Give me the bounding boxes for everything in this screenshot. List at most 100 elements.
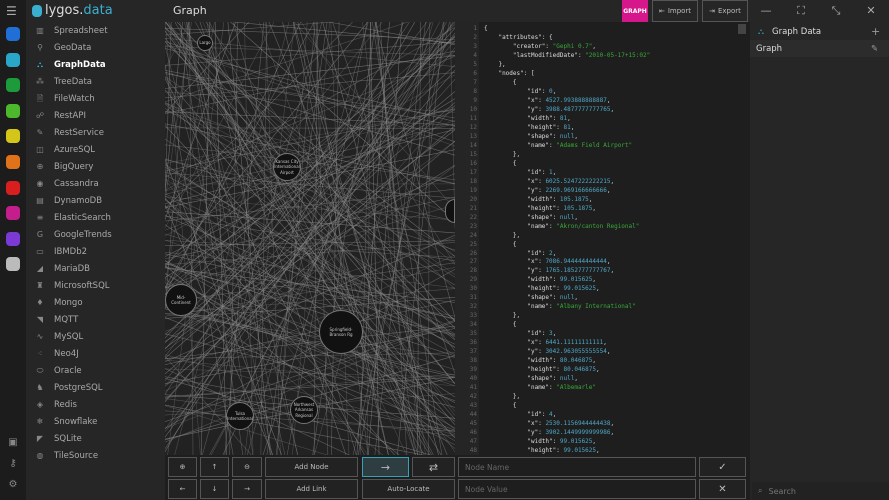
code-text: "name": "Adams Field Airport": [527, 141, 633, 149]
graph-node[interactable]: Largo: [197, 35, 213, 51]
sidebar-item-elasticsearch[interactable]: ≡ ElasticSearch: [26, 209, 165, 226]
sidebar-item-restapi[interactable]: ☍ RestAPI: [26, 107, 165, 124]
sidebar-item-mqtt[interactable]: ◥ MQTT: [26, 311, 165, 328]
close-button[interactable]: ✕: [863, 4, 879, 18]
sidebar-item-mysql[interactable]: ∿ MySQL: [26, 328, 165, 345]
sidebar-item-restservice[interactable]: ✎ RestService: [26, 124, 165, 141]
code-line: 47 "width": 99.015625,: [455, 437, 745, 446]
pan-left-button[interactable]: ←: [168, 479, 197, 499]
sidebar-item-dynamodb[interactable]: ▤ DynamoDB: [26, 192, 165, 209]
code-text: "id": 0,: [527, 87, 557, 95]
code-text: "id": 1,: [527, 168, 557, 176]
fullscreen-button[interactable]: ⛶: [793, 4, 809, 18]
funnel-app-icon[interactable]: [6, 180, 20, 195]
sidebar-item-googletrends[interactable]: G GoogleTrends: [26, 226, 165, 243]
export-button[interactable]: ⇥ Export: [702, 0, 748, 22]
sidebar-item-redis[interactable]: ◈ Redis: [26, 396, 165, 413]
graph-node[interactable]: Springfield-Branson Rg: [319, 310, 363, 354]
sidebar-item-mariadb[interactable]: ◢ MariaDB: [26, 260, 165, 277]
terminal-icon[interactable]: ▣: [7, 437, 19, 449]
node-name-input[interactable]: [458, 457, 696, 477]
right-panel: [750, 22, 889, 500]
pan-down-button[interactable]: ↓: [200, 479, 229, 499]
graph-list-item[interactable]: Graph ✎: [750, 40, 889, 57]
minimize-button[interactable]: —: [758, 4, 774, 18]
network-app-icon[interactable]: [6, 231, 20, 246]
cancel-button[interactable]: ✕: [699, 479, 746, 499]
sidebar-item-azuresql[interactable]: ◫ AzureSQL: [26, 141, 165, 158]
sidebar-item-spreadsheet[interactable]: ▥ Spreadsheet: [26, 22, 165, 39]
search-box[interactable]: ⌕: [752, 482, 889, 500]
js-app-icon[interactable]: [6, 78, 20, 93]
sidebar-item-bigquery[interactable]: ⊕ BigQuery: [26, 158, 165, 175]
chart-app-icon[interactable]: [6, 129, 20, 144]
database-app-icon[interactable]: [6, 52, 20, 67]
graph-node-partial[interactable]: [445, 199, 455, 223]
spreadsheet-app-icon[interactable]: [6, 27, 20, 41]
graph-canvas[interactable]: Largo Kansas City International Airport …: [165, 22, 455, 455]
sidebar-item-treedata[interactable]: ⁂ TreeData: [26, 73, 165, 90]
sidebar-item-geodata[interactable]: ⚲ GeoData: [26, 39, 165, 56]
json-editor[interactable]: 1{2 "attributes": {3 "creator": "Gephi 0…: [455, 22, 750, 455]
sidebar-item-microsoftsql[interactable]: ♜ MicrosoftSQL: [26, 277, 165, 294]
sidebar-item-ibmdb2[interactable]: ▭ IBMDb2: [26, 243, 165, 260]
code-line: 7 {: [455, 78, 745, 87]
sidebar-item-postgresql[interactable]: ♞ PostgreSQL: [26, 379, 165, 396]
cube-app-icon[interactable]: [6, 155, 20, 169]
sidebar-item-label: RestAPI: [54, 110, 86, 121]
graph-node[interactable]: Northwest Arkansas Regional: [290, 396, 318, 424]
line-number: 41: [469, 384, 477, 392]
line-number: 5: [473, 60, 477, 68]
code-text: },: [484, 60, 506, 68]
plugin-app-icon[interactable]: [6, 257, 20, 272]
gear-icon[interactable]: ⚙: [7, 479, 19, 491]
add-link-button[interactable]: Add Link: [265, 479, 358, 499]
code-text: {: [484, 321, 517, 329]
sidebar-item-snowflake[interactable]: ❄ Snowflake: [26, 413, 165, 430]
snowflake-icon: ❄: [36, 416, 44, 426]
code-text: "width": 99.015625,: [527, 276, 597, 284]
confirm-button[interactable]: ✓: [699, 457, 746, 477]
editor-scrollbar[interactable]: [738, 24, 746, 34]
graph-node[interactable]: Mid-Continent: [165, 284, 197, 316]
node-value-input[interactable]: [458, 479, 696, 499]
code-text: {: [484, 402, 517, 410]
bidirectional-link-button[interactable]: ⇄: [412, 457, 455, 477]
graph-node[interactable]: Kansas City International Airport: [273, 153, 301, 181]
pan-right-button[interactable]: →: [232, 479, 262, 499]
sidebar-item-filewatch[interactable]: 🗎 FileWatch: [26, 90, 165, 107]
logo-text: lygos.: [45, 3, 84, 18]
sidebar-item-tilesource[interactable]: ◍ TileSource: [26, 447, 165, 464]
menu-icon[interactable]: ☰: [6, 4, 17, 18]
pan-up-button[interactable]: ↑: [200, 457, 229, 477]
line-number: 46: [469, 429, 477, 437]
grid-app-icon[interactable]: [6, 206, 20, 221]
graph-badge[interactable]: GRAPH: [622, 0, 648, 22]
sidebar-item-cassandra[interactable]: ◉ Cassandra: [26, 175, 165, 192]
tree-app-icon[interactable]: [6, 103, 20, 118]
sidebar-item-graphdata[interactable]: ⛬ GraphData: [26, 56, 165, 73]
sidebar-item-sqlite[interactable]: ◤ SQLite: [26, 430, 165, 447]
key-icon[interactable]: ⚷: [7, 458, 19, 470]
code-text: "y": 3902.1449999999986,: [527, 429, 615, 437]
restore-button[interactable]: ⤡: [828, 4, 844, 18]
sidebar-item-mongo[interactable]: ♦ Mongo: [26, 294, 165, 311]
directed-link-button[interactable]: →: [362, 457, 409, 477]
graph-node[interactable]: Tulsa International: [226, 402, 254, 430]
line-number: 48: [469, 447, 477, 455]
pencil-icon[interactable]: ✎: [871, 44, 889, 54]
sidebar-item-label: TileSource: [54, 450, 99, 461]
sidebar-item-neo4j[interactable]: ⁖ Neo4J: [26, 345, 165, 362]
search-input[interactable]: [768, 486, 869, 496]
import-button[interactable]: ⇤ Import: [652, 0, 698, 22]
auto-locate-button[interactable]: Auto-Locate: [362, 479, 455, 499]
add-node-button[interactable]: Add Node: [265, 457, 358, 477]
code-text: "name": "Albemarle": [527, 384, 597, 392]
add-icon[interactable]: +: [871, 25, 889, 38]
zoom-in-button[interactable]: ⊕: [168, 457, 197, 477]
sidebar-item-oracle[interactable]: ⬭ Oracle: [26, 362, 165, 379]
graph-edge: [205, 22, 455, 352]
code-line: 10 "y": 3988.4877777777765,: [455, 105, 745, 114]
zoom-out-button[interactable]: ⊖: [232, 457, 262, 477]
sidebar-item-label: TreeData: [54, 76, 93, 87]
